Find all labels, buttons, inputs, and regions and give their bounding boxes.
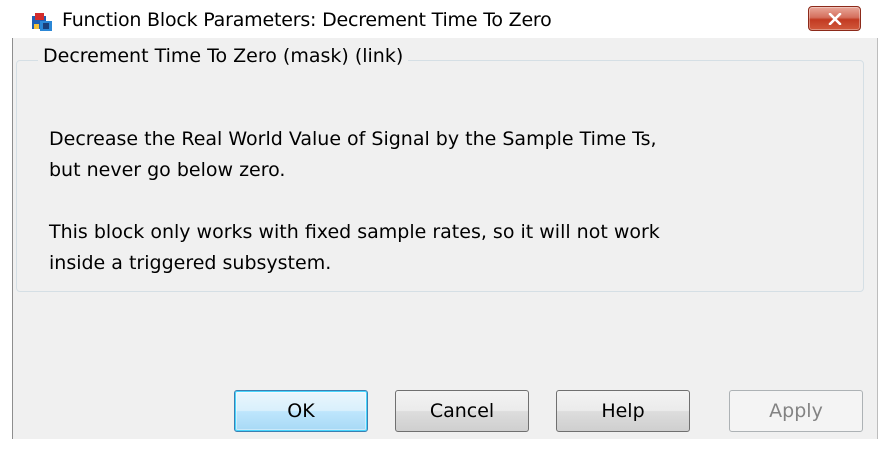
apply-button[interactable]: Apply: [729, 390, 863, 432]
cancel-button[interactable]: Cancel: [395, 390, 529, 432]
close-button[interactable]: [808, 6, 861, 31]
title-bar[interactable]: Function Block Parameters: Decrement Tim…: [0, 0, 880, 33]
group-box-title: Decrement Time To Zero (mask) (link): [38, 45, 409, 67]
description-line: inside a triggered subsystem.: [49, 252, 332, 274]
help-button[interactable]: Help: [556, 390, 690, 432]
window-title: Function Block Parameters: Decrement Tim…: [62, 9, 552, 31]
block-description-paragraph-1: Decrease the Real World Value of Signal …: [49, 124, 657, 186]
close-icon: [828, 13, 842, 25]
ok-button[interactable]: OK: [234, 390, 368, 432]
description-line: but never go below zero.: [49, 159, 286, 181]
description-line: This block only works with fixed sample …: [49, 221, 660, 243]
block-description-paragraph-2: This block only works with fixed sample …: [49, 217, 660, 279]
description-line: Decrease the Real World Value of Signal …: [49, 128, 657, 150]
simulink-block-icon: [31, 11, 53, 33]
dialog-window: Function Block Parameters: Decrement Tim…: [0, 0, 880, 449]
